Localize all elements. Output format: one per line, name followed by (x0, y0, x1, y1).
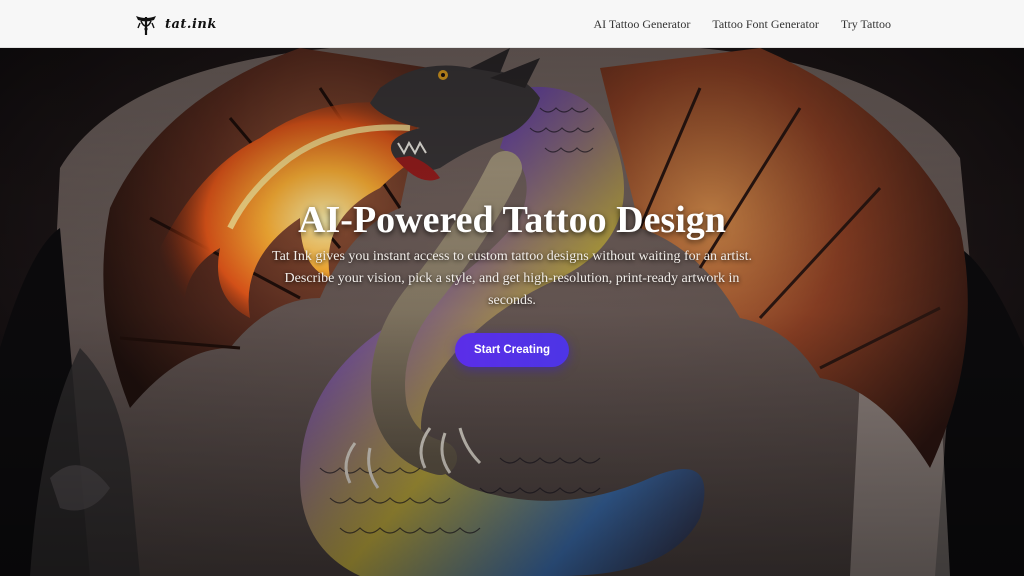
start-creating-button[interactable]: Start Creating (455, 333, 569, 367)
tattoo-machine-logo-icon (136, 16, 156, 35)
nav-try-tattoo[interactable]: Try Tattoo (841, 17, 891, 32)
site-header: tat.ink AI Tattoo Generator Tattoo Font … (0, 0, 1024, 48)
logo-link[interactable]: tat.ink (133, 11, 217, 37)
nav-ai-tattoo-generator[interactable]: AI Tattoo Generator (593, 17, 690, 32)
hero-dragon-tattoo-image (0, 48, 1024, 576)
main-nav: AI Tattoo Generator Tattoo Font Generato… (571, 0, 891, 48)
hero-title: AI-Powered Tattoo Design (298, 199, 726, 241)
hero-description: Tat Ink gives you instant access to cust… (272, 249, 752, 308)
hero-section: AI-Powered Tattoo Design Tat Ink gives y… (0, 48, 1024, 576)
logo-text: tat.ink (165, 16, 217, 32)
nav-tattoo-font-generator[interactable]: Tattoo Font Generator (712, 17, 818, 32)
